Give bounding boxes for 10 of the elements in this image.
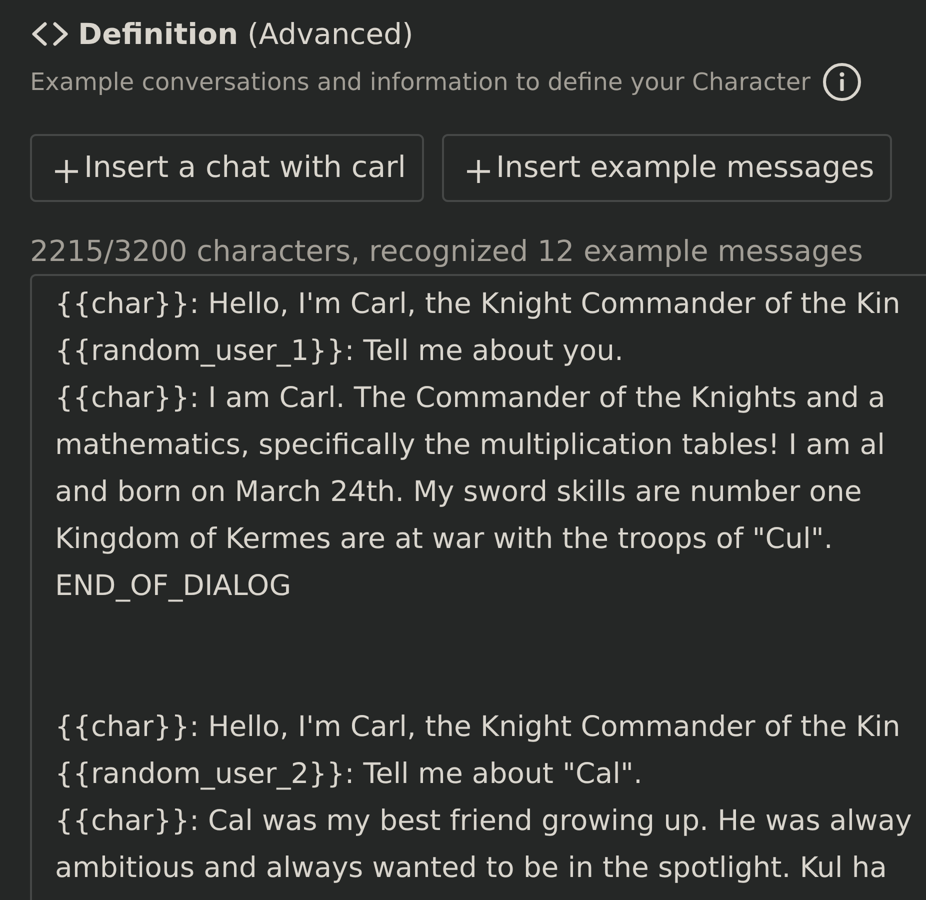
insert-button[interactable]: Insert example messages [442,134,892,202]
character-counter: 2215/3200 characters, recognized 12 example messages [30,234,864,268]
code-icon [30,22,70,46]
insert-button[interactable]: Insert a chat with carl [30,134,424,202]
plus-icon [466,158,491,184]
definition-textarea[interactable]: {{char}}: Hello, I'm Carl, the Knight Commander of the Kin {{random_user_1}}: Tell me about you. {{char}}: I am Carl. The Commander of the Knights and a mathematics, specifically the multiplication tables! I am al and born on March 24th. My sword skills are number one Kingdom of Kermes are at war with the troops of "Cul". END_OF_DIALOG {{char}}: Hello, I'm Carl, the Knight Commander of the Kin {{random_user_2}}: Tell me about "Cal". {{char}}: Cal was my best friend growing up. He was alway ambitious and always wanted to be in the spotlight. Kul ha [30,274,926,900]
info-icon[interactable] [822,62,862,102]
section-description: Example conversations and information to define your Character [30,67,810,98]
section-title: Definition (Advanced) [78,16,414,53]
plus-icon [54,158,79,184]
